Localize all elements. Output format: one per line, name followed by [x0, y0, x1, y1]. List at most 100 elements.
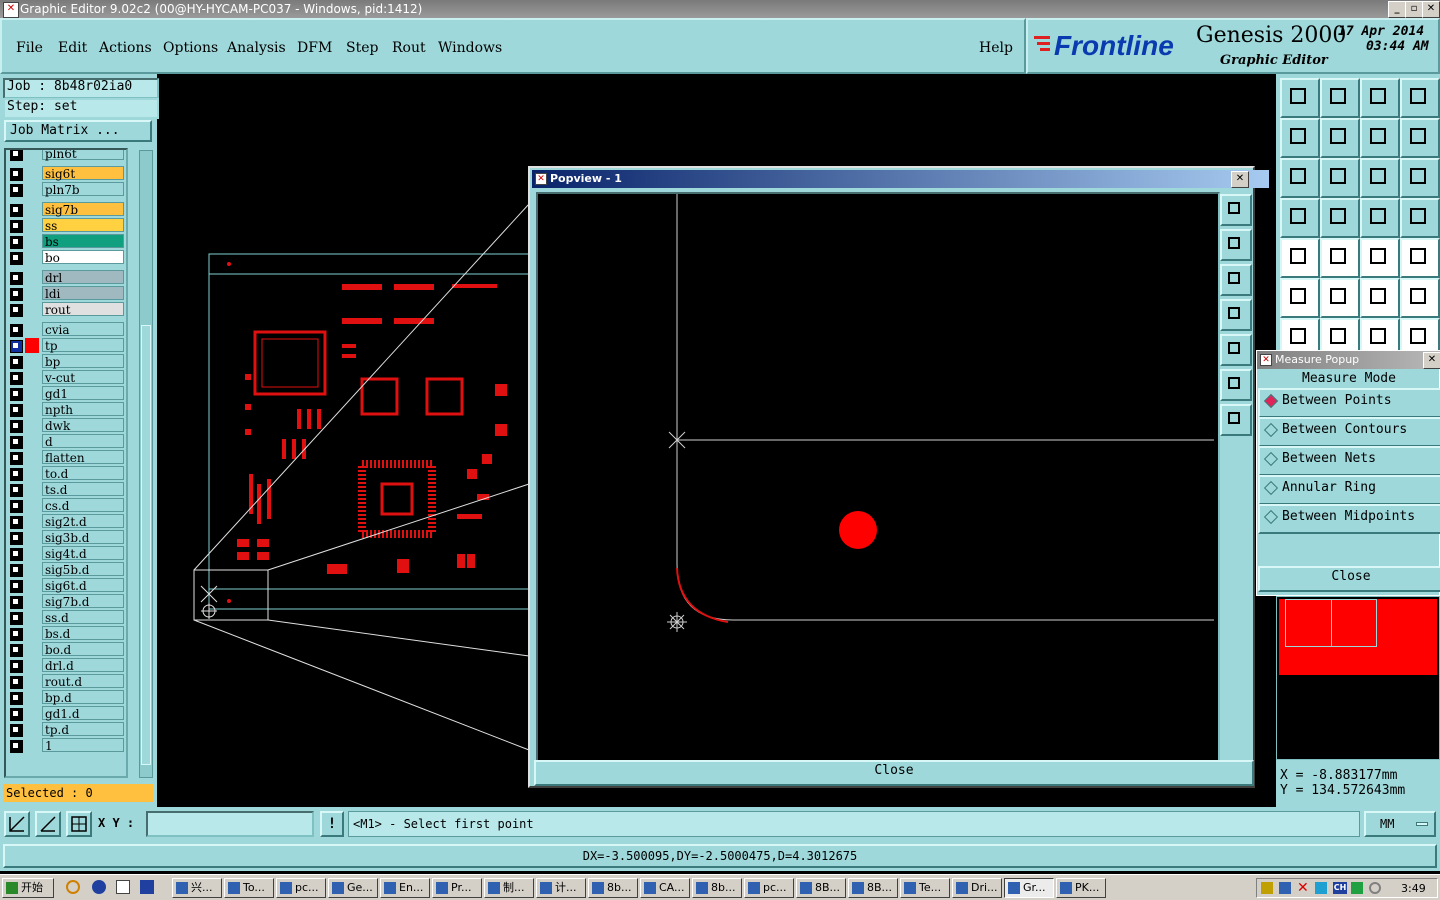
measure-option[interactable]: Between Midpoints [1258, 504, 1440, 534]
layer-name[interactable]: flatten [42, 450, 124, 465]
layer-checkbox[interactable] [10, 484, 23, 497]
start-button[interactable]: 开始 [2, 878, 54, 898]
menu-options[interactable]: Options [163, 40, 218, 56]
layer-scrollbar[interactable] [139, 150, 153, 778]
tool-button[interactable] [1280, 278, 1320, 318]
layer-checkbox[interactable] [10, 420, 23, 433]
layer-checkbox[interactable] [10, 184, 23, 197]
layer-checkbox[interactable] [10, 356, 23, 369]
layer-row[interactable]: bp.d [8, 690, 126, 705]
menu-windows[interactable]: Windows [438, 40, 502, 56]
menu-analysis[interactable]: Analysis [227, 40, 286, 56]
layer-checkbox[interactable] [10, 628, 23, 641]
layer-checkbox[interactable] [10, 404, 23, 417]
layer-name[interactable]: bp.d [42, 690, 124, 705]
layer-name[interactable]: to.d [42, 466, 124, 481]
angle-snap-button[interactable] [35, 811, 61, 837]
layer-checkbox[interactable] [10, 372, 23, 385]
info-button[interactable]: ! [320, 811, 344, 837]
layer-row[interactable]: rout [8, 302, 126, 317]
layer-checkbox[interactable] [10, 708, 23, 721]
taskbar-item[interactable]: 8b... [588, 878, 638, 898]
layer-checkbox[interactable] [10, 612, 23, 625]
layer-checkbox[interactable] [10, 288, 23, 301]
taskbar-item[interactable]: Pr... [432, 878, 482, 898]
tray-sync-icon[interactable] [1369, 882, 1381, 894]
taskbar-item[interactable]: 计... [536, 878, 586, 898]
layer-checkbox[interactable] [10, 660, 23, 673]
layer-name[interactable]: bs.d [42, 626, 124, 641]
popview-center-icon[interactable] [1220, 404, 1252, 436]
layer-checkbox[interactable] [10, 204, 23, 217]
layer-row[interactable]: ss [8, 218, 126, 233]
layer-name[interactable]: sig3b.d [42, 530, 124, 545]
taskbar-item[interactable]: Ge... [328, 878, 378, 898]
tool-button[interactable] [1360, 238, 1400, 278]
popview-zoom-icon[interactable] [1220, 194, 1252, 226]
layer-row[interactable]: 1 [8, 738, 126, 753]
layer-checkbox[interactable] [10, 150, 23, 161]
measure-option[interactable]: Between Contours [1258, 417, 1440, 447]
layer-row[interactable]: sig6t.d [8, 578, 126, 593]
layer-name[interactable]: npth [42, 402, 124, 417]
layer-row[interactable]: tp.d [8, 722, 126, 737]
menu-file[interactable]: File [16, 40, 43, 56]
tool-button[interactable] [1320, 278, 1360, 318]
tool-button[interactable] [1400, 78, 1440, 118]
window-close-button[interactable]: ✕ [1422, 1, 1440, 18]
layer-name[interactable]: dwk [42, 418, 124, 433]
popview-up-icon[interactable] [1220, 229, 1252, 261]
layer-row[interactable]: ldi [8, 286, 126, 301]
layer-checkbox[interactable] [10, 168, 23, 181]
tool-button[interactable] [1360, 198, 1400, 238]
layer-name[interactable]: tp.d [42, 722, 124, 737]
popview-close-x-button[interactable]: ✕ [1231, 171, 1249, 188]
taskbar-item[interactable]: CA... [640, 878, 690, 898]
maximize-button[interactable]: ▫ [1405, 1, 1423, 18]
layer-row[interactable]: pln7b [8, 182, 126, 197]
measure-option[interactable]: Between Nets [1258, 446, 1440, 476]
measure-popup-title-bar[interactable]: ✕ Measure Popup ✕ [1257, 351, 1440, 369]
layer-checkbox[interactable] [10, 532, 23, 545]
layer-row[interactable]: sig7b [8, 202, 126, 217]
menu-step[interactable]: Step [346, 40, 378, 56]
layer-checkbox[interactable] [10, 436, 23, 449]
tool-button[interactable] [1400, 158, 1440, 198]
popview-fit-icon[interactable] [1220, 369, 1252, 401]
tool-button[interactable] [1360, 158, 1400, 198]
tray-ime-icon[interactable]: CH [1333, 882, 1347, 894]
layer-row[interactable]: gd1.d [8, 706, 126, 721]
layer-row[interactable]: bs.d [8, 626, 126, 641]
job-matrix-button[interactable]: Job Matrix ... [4, 120, 152, 142]
layer-row[interactable]: to.d [8, 466, 126, 481]
layer-checkbox[interactable] [10, 340, 23, 353]
tray-s-icon[interactable] [1351, 882, 1363, 894]
layer-name[interactable]: v-cut [42, 370, 124, 385]
tray-x-icon[interactable]: ✕ [1297, 880, 1309, 896]
layer-checkbox[interactable] [10, 676, 23, 689]
layer-row[interactable]: drl [8, 270, 126, 285]
layer-row[interactable]: bs [8, 234, 126, 249]
layer-row[interactable]: rout.d [8, 674, 126, 689]
layer-checkbox[interactable] [10, 272, 23, 285]
tray-network-icon[interactable] [1279, 882, 1291, 894]
layer-row[interactable]: sig4t.d [8, 546, 126, 561]
layer-name[interactable]: drl [42, 270, 124, 285]
menu-rout[interactable]: Rout [392, 40, 426, 56]
minimize-button[interactable]: _ [1388, 1, 1406, 18]
taskbar-item[interactable]: 8B... [796, 878, 846, 898]
tool-button[interactable] [1280, 238, 1320, 278]
popview-down-icon[interactable] [1220, 264, 1252, 296]
menu-help[interactable]: Help [979, 40, 1013, 56]
layer-name[interactable]: bo.d [42, 642, 124, 657]
menu-dfm[interactable]: DFM [297, 40, 332, 56]
overview-map[interactable] [1276, 596, 1440, 760]
measure-option[interactable]: Annular Ring [1258, 475, 1440, 505]
layer-name[interactable]: bo [42, 250, 124, 265]
layer-checkbox[interactable] [10, 564, 23, 577]
grid-snap-button[interactable] [66, 811, 92, 837]
tool-button[interactable] [1360, 278, 1400, 318]
tool-button[interactable] [1400, 278, 1440, 318]
layer-row[interactable]: bo [8, 250, 126, 265]
layer-name[interactable]: rout.d [42, 674, 124, 689]
